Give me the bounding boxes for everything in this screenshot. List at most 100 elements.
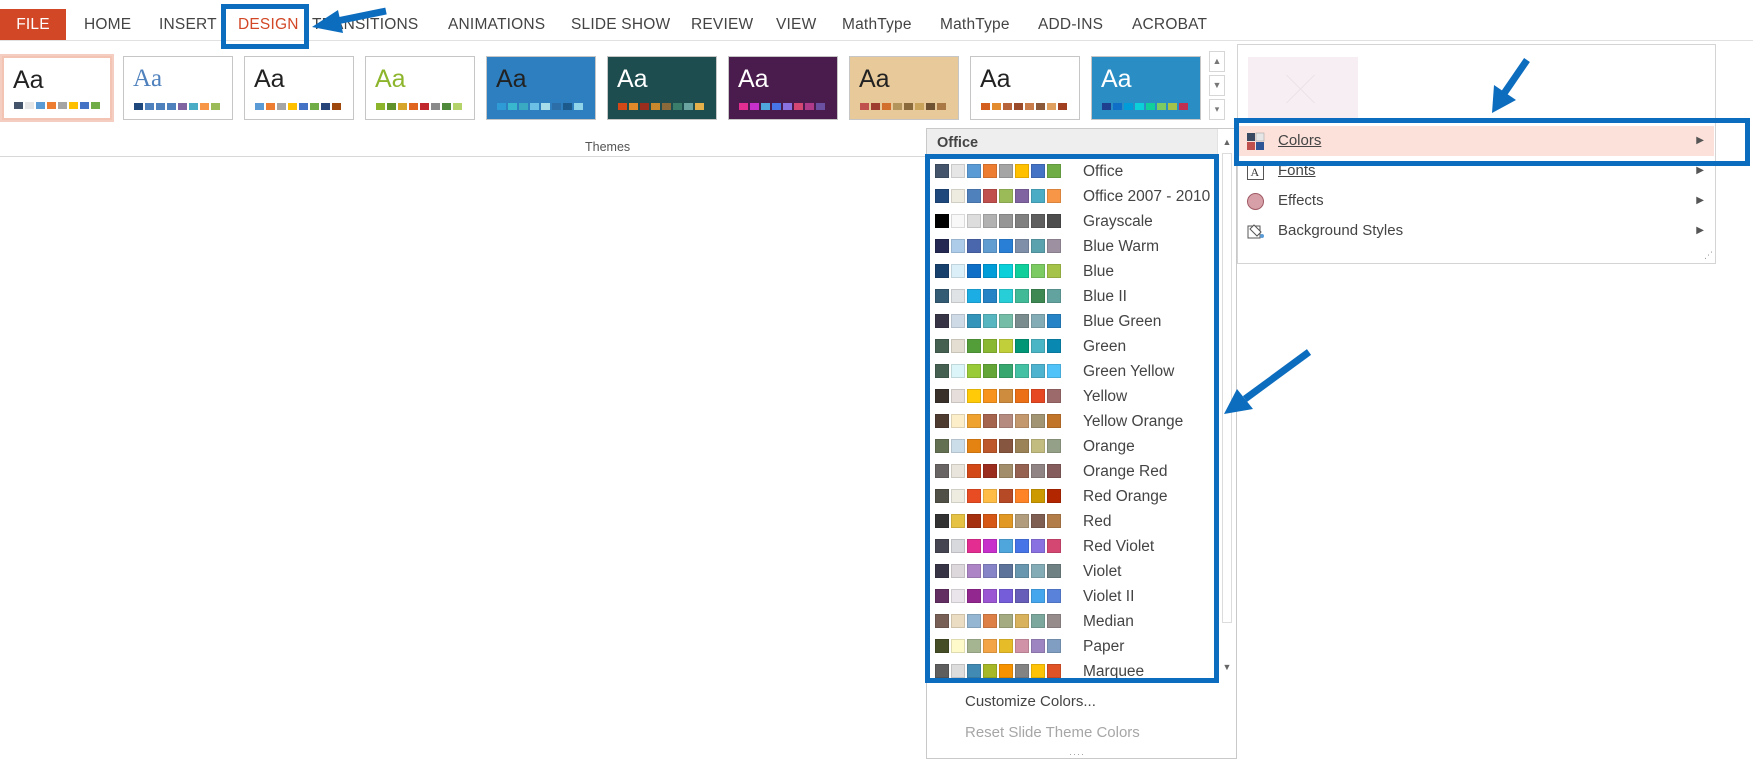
theme-swatch xyxy=(673,103,682,110)
reset-theme-colors-label: Reset Slide Theme Colors xyxy=(965,724,1140,741)
theme-swatch xyxy=(684,103,693,110)
theme-swatch xyxy=(200,103,209,110)
theme-swatch-strip xyxy=(255,103,341,110)
theme-thumbnail[interactable]: Aa xyxy=(0,54,114,122)
theme-swatch xyxy=(36,102,45,109)
theme-swatch xyxy=(497,103,506,110)
background-styles-icon xyxy=(1246,222,1265,241)
tab-review[interactable]: REVIEW xyxy=(691,10,753,40)
theme-sample-text: Aa xyxy=(254,65,285,93)
resize-grip-icon[interactable]: ⋰ xyxy=(1704,250,1713,261)
theme-swatch xyxy=(552,103,561,110)
theme-thumbnail[interactable]: Aa xyxy=(849,56,959,120)
theme-swatch xyxy=(91,102,100,109)
gallery-scroll-down[interactable]: ▼ xyxy=(1209,75,1225,96)
theme-thumbnail[interactable]: Aa xyxy=(1091,56,1201,120)
theme-swatch xyxy=(1168,103,1177,110)
theme-swatch xyxy=(640,103,649,110)
theme-swatch xyxy=(893,103,902,110)
effects-menu-item[interactable]: Effects ▶ xyxy=(1239,186,1714,216)
tab-mathtype-2[interactable]: MathType xyxy=(940,10,1010,40)
theme-swatch-strip xyxy=(981,103,1067,110)
theme-swatch xyxy=(1157,103,1166,110)
theme-swatch-strip xyxy=(618,103,704,110)
theme-swatch xyxy=(563,103,572,110)
theme-swatch xyxy=(816,103,825,110)
theme-swatch xyxy=(662,103,671,110)
theme-swatch xyxy=(431,103,440,110)
theme-swatch xyxy=(255,103,264,110)
scrollbar-thumb[interactable] xyxy=(1222,153,1232,623)
theme-swatch xyxy=(541,103,550,110)
theme-swatch xyxy=(981,103,990,110)
theme-swatch xyxy=(1113,103,1122,110)
menu-scrollbar[interactable]: ▲ ▼ xyxy=(1217,129,1236,677)
theme-swatch xyxy=(156,103,165,110)
theme-swatch xyxy=(277,103,286,110)
theme-thumbnail[interactable]: Aa xyxy=(365,56,475,120)
theme-swatch xyxy=(58,102,67,109)
variant-thumbnail[interactable] xyxy=(1248,57,1358,121)
theme-swatch xyxy=(882,103,891,110)
theme-thumbnail[interactable]: Aa xyxy=(123,56,233,120)
tab-mathtype-1[interactable]: MathType xyxy=(842,10,912,40)
tab-add-ins[interactable]: ADD-INS xyxy=(1038,10,1103,40)
theme-thumbnail[interactable]: Aa xyxy=(244,56,354,120)
theme-swatch-strip xyxy=(14,102,100,109)
theme-sample-text: Aa xyxy=(496,65,527,93)
theme-swatch xyxy=(1025,103,1034,110)
theme-swatch xyxy=(145,103,154,110)
theme-swatch xyxy=(1036,103,1045,110)
theme-swatch xyxy=(1124,103,1133,110)
theme-swatch xyxy=(211,103,220,110)
tab-acrobat[interactable]: ACROBAT xyxy=(1132,10,1207,40)
highlight-design-tab xyxy=(221,4,309,49)
tab-view[interactable]: VIEW xyxy=(776,10,816,40)
theme-swatch xyxy=(387,103,396,110)
theme-thumbnail[interactable]: Aa xyxy=(970,56,1080,120)
theme-swatch xyxy=(321,103,330,110)
background-styles-menu-label: Background Styles xyxy=(1278,222,1404,239)
background-styles-menu-item[interactable]: Background Styles ▶ xyxy=(1239,216,1714,246)
customize-colors-item[interactable]: Customize Colors... xyxy=(965,688,1096,716)
effects-icon xyxy=(1246,192,1265,211)
tab-file[interactable]: FILE xyxy=(0,9,66,41)
theme-thumbnail[interactable]: Aa xyxy=(607,56,717,120)
theme-thumbnail[interactable]: Aa xyxy=(486,56,596,120)
theme-swatch xyxy=(761,103,770,110)
theme-sample-text: Aa xyxy=(617,65,648,93)
theme-swatch xyxy=(167,103,176,110)
tab-home[interactable]: HOME xyxy=(84,10,131,40)
theme-swatch xyxy=(794,103,803,110)
theme-swatch xyxy=(69,102,78,109)
gallery-scroll-up[interactable]: ▲ xyxy=(1209,51,1225,72)
theme-swatch xyxy=(134,103,143,110)
theme-swatch-strip xyxy=(376,103,462,110)
theme-thumbnail[interactable]: Aa xyxy=(728,56,838,120)
theme-swatch xyxy=(1135,103,1144,110)
theme-sample-text: Aa xyxy=(859,65,890,93)
theme-sample-text: Aa xyxy=(738,65,769,93)
theme-swatch xyxy=(14,102,23,109)
reset-theme-colors-item: Reset Slide Theme Colors xyxy=(965,719,1140,747)
menu-resize-grip-icon[interactable]: ···· xyxy=(1069,749,1085,759)
theme-swatch xyxy=(1146,103,1155,110)
submenu-arrow-icon: ▶ xyxy=(1696,225,1704,236)
gallery-more-button[interactable]: ▾ xyxy=(1209,99,1225,120)
theme-swatch xyxy=(288,103,297,110)
theme-swatch-strip xyxy=(860,103,946,110)
theme-swatch xyxy=(629,103,638,110)
tab-transitions[interactable]: TRANSITIONS xyxy=(312,10,418,40)
theme-swatch xyxy=(926,103,935,110)
tab-insert[interactable]: INSERT xyxy=(159,10,217,40)
tab-slide-show[interactable]: SLIDE SHOW xyxy=(571,10,670,40)
theme-swatch xyxy=(772,103,781,110)
tab-animations[interactable]: ANIMATIONS xyxy=(448,10,545,40)
theme-swatch xyxy=(25,102,34,109)
theme-swatch xyxy=(299,103,308,110)
theme-swatch xyxy=(574,103,583,110)
theme-swatch xyxy=(1003,103,1012,110)
scroll-down-icon[interactable]: ▼ xyxy=(1218,658,1236,676)
theme-swatch xyxy=(1047,103,1056,110)
theme-swatch xyxy=(750,103,759,110)
